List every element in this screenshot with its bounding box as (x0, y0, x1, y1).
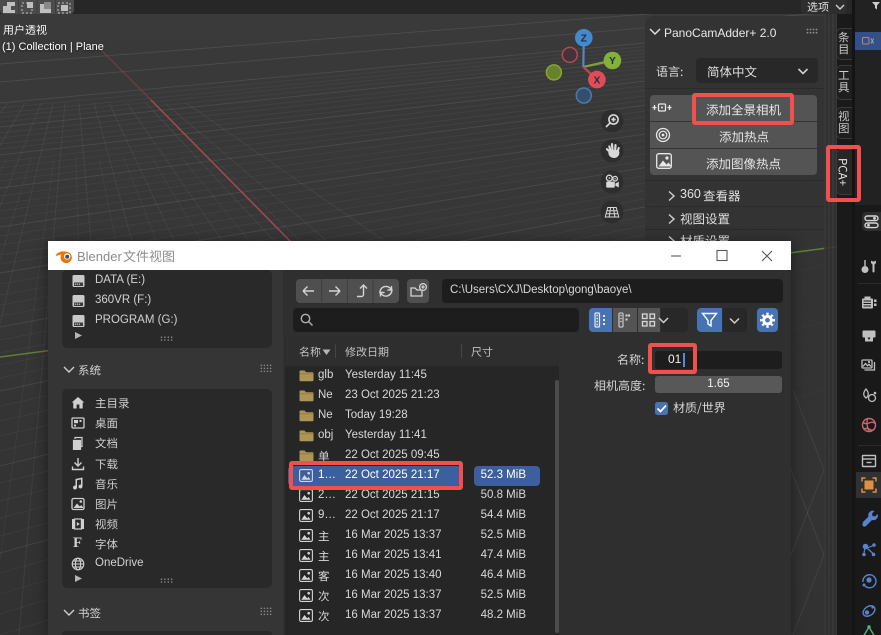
svg-text:Z: Z (581, 34, 587, 45)
svg-text:X: X (594, 75, 601, 86)
svg-text:Y: Y (609, 56, 616, 67)
